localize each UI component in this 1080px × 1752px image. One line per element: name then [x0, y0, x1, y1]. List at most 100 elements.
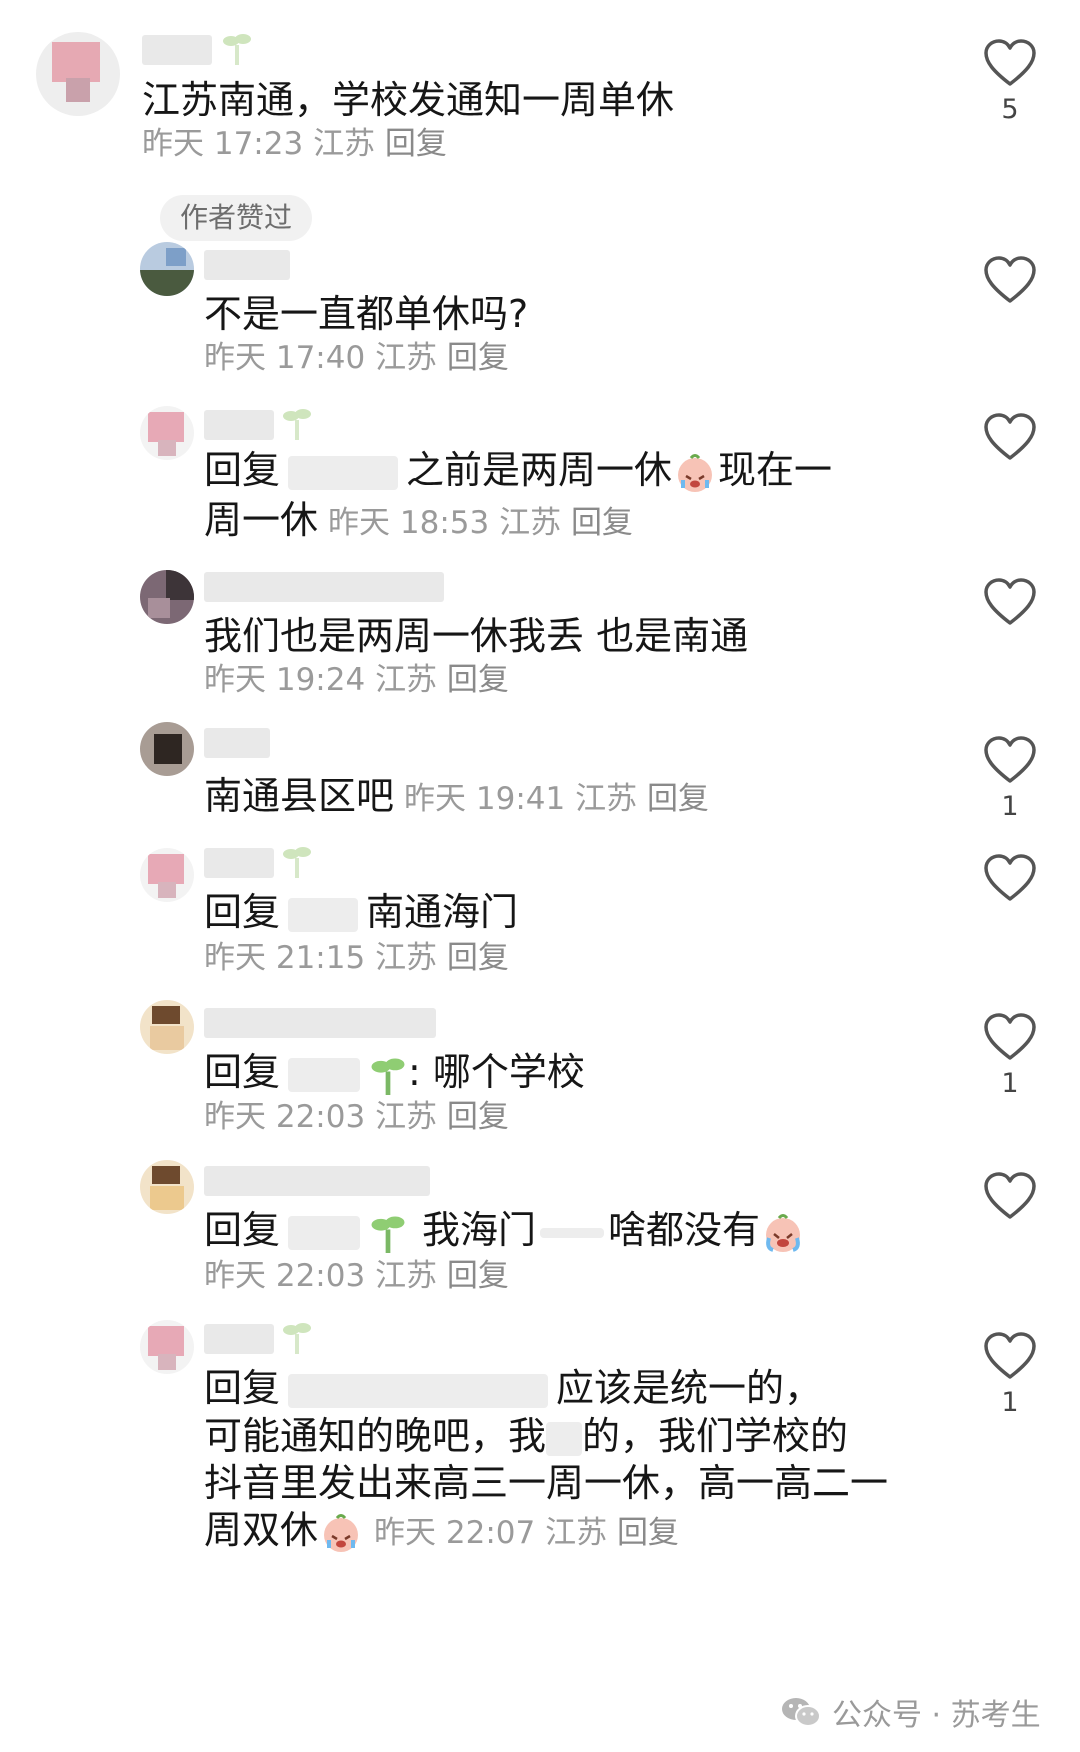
comment-meta: 昨天 17:23 江苏 回复 [142, 124, 447, 164]
avatar[interactable] [36, 32, 120, 116]
timestamp: 昨天 22:03 [204, 1099, 366, 1135]
sprout-icon [371, 1058, 405, 1095]
like-button[interactable]: 5 [980, 38, 1040, 125]
comment-text: 回复 我海门 啥都没有 [204, 1204, 806, 1256]
like-button[interactable] [980, 412, 1040, 462]
avatar[interactable] [140, 848, 194, 902]
mention-blurred[interactable] [288, 1373, 549, 1408]
username-blurred[interactable] [204, 1166, 434, 1196]
watermark-text: 公众号 · 苏考生 [832, 1698, 1041, 1733]
sprout-icon [283, 847, 311, 878]
avatar[interactable] [140, 406, 194, 460]
sprout-icon [283, 409, 311, 440]
reply-button[interactable]: 回复 [447, 1258, 509, 1294]
avatar[interactable] [140, 570, 194, 624]
avatar[interactable] [140, 1000, 194, 1054]
heart-icon [984, 1172, 1036, 1219]
like-count: 1 [1001, 1068, 1019, 1099]
username-blurred[interactable] [142, 34, 252, 65]
heart-icon [984, 736, 1036, 783]
blurred-text [546, 1421, 583, 1456]
avatar[interactable] [140, 1320, 194, 1374]
timestamp: 昨天 22:07 [374, 1515, 536, 1551]
heart-icon [984, 256, 1036, 303]
heart-icon [984, 39, 1036, 86]
like-button[interactable]: 1 [980, 1331, 1040, 1418]
mention-blurred[interactable] [288, 897, 359, 932]
reply-prefix: 回复 [204, 1050, 281, 1094]
reply-button[interactable]: 回复 [447, 940, 509, 976]
sprout-icon [283, 1323, 311, 1354]
reply-button[interactable]: 回复 [647, 781, 709, 817]
location: 江苏 [313, 126, 376, 162]
timestamp: 昨天 21:15 [204, 940, 366, 976]
timestamp: 昨天 19:24 [204, 662, 366, 698]
avatar[interactable] [140, 242, 194, 296]
like-count: 1 [1001, 791, 1019, 822]
username-blurred[interactable] [204, 572, 454, 602]
sprout-icon [223, 34, 251, 65]
timestamp: 昨天 18:53 [328, 505, 490, 541]
reply-button[interactable]: 回复 [447, 340, 509, 376]
like-button[interactable]: 1 [980, 1012, 1040, 1099]
comment-meta: 昨天 17:40 江苏 回复 [204, 338, 509, 378]
username-blurred[interactable] [204, 847, 314, 878]
avatar[interactable] [140, 1160, 194, 1214]
reply-button[interactable]: 回复 [571, 505, 633, 541]
location: 江苏 [499, 505, 562, 541]
location: 江苏 [375, 1258, 438, 1294]
reply-button[interactable]: 回复 [447, 1099, 509, 1135]
like-button[interactable] [980, 255, 1040, 305]
comment-text: 南通县区吧 昨天 19:41 江苏 回复 [204, 774, 709, 818]
avatar[interactable] [140, 722, 194, 776]
comment-text-line2: 可能通知的晚吧，我 的，我们学校的 [204, 1414, 849, 1458]
comment-meta: 昨天 19:24 江苏 回复 [204, 660, 509, 700]
like-button[interactable] [980, 853, 1040, 903]
reply-button[interactable]: 回复 [617, 1515, 679, 1551]
location: 江苏 [375, 662, 438, 698]
timestamp: 昨天 22:03 [204, 1258, 366, 1294]
heart-icon [984, 1013, 1036, 1060]
heart-icon [984, 1332, 1036, 1379]
comment-text: 不是一直都单休吗? [204, 292, 529, 336]
comment-text-line2: 周一休 昨天 18:53 江苏 回复 [204, 498, 633, 542]
reply-prefix: 回复 [204, 890, 281, 934]
username-blurred[interactable] [204, 409, 314, 440]
comment-text-line3: 抖音里发出来高三一周一休，高一高二一 [204, 1461, 889, 1505]
heart-icon [984, 854, 1036, 901]
location: 江苏 [375, 1099, 438, 1135]
username-blurred[interactable] [204, 1323, 314, 1354]
comment-meta: 昨天 21:15 江苏 回复 [204, 938, 509, 978]
comment-text: 回复 南通海门 [204, 890, 519, 934]
like-count: 1 [1001, 1387, 1019, 1418]
comment-meta: 昨天 22:03 江苏 回复 [204, 1097, 509, 1137]
location: 江苏 [375, 940, 438, 976]
blurred-text [540, 1227, 605, 1238]
timestamp: 昨天 19:41 [404, 781, 566, 817]
location: 江苏 [375, 340, 438, 376]
wechat-icon [782, 1698, 821, 1727]
username-blurred[interactable] [204, 1008, 444, 1038]
comment-text: 回复 应该是统一的， [204, 1366, 823, 1410]
username-blurred[interactable] [204, 250, 294, 280]
author-liked-badge: 作者赞过 [160, 195, 313, 241]
mention-blurred[interactable] [288, 455, 399, 490]
timestamp: 昨天 17:23 [142, 126, 304, 162]
mention-blurred[interactable] [288, 1057, 361, 1092]
like-button[interactable]: 1 [980, 735, 1040, 822]
mention-blurred[interactable] [288, 1215, 361, 1250]
username-blurred[interactable] [204, 728, 274, 758]
comment-text: 回复 : 哪个学校 [204, 1050, 585, 1095]
like-button[interactable] [980, 577, 1040, 627]
crying-face-icon [324, 1513, 359, 1552]
like-button[interactable] [980, 1171, 1040, 1221]
sprout-icon [371, 1216, 405, 1253]
heart-icon [984, 578, 1036, 625]
comment-text: 回复 之前是两周一休 现在一 [204, 448, 833, 492]
comment-text-line4: 周双休 昨天 22:07 江苏 回复 [204, 1508, 679, 1552]
comment-text: 我们也是两周一休我丢 也是南通 [204, 614, 749, 658]
reply-button[interactable]: 回复 [385, 126, 447, 162]
reply-prefix: 回复 [204, 448, 281, 492]
reply-button[interactable]: 回复 [447, 662, 509, 698]
heart-icon [984, 413, 1036, 460]
